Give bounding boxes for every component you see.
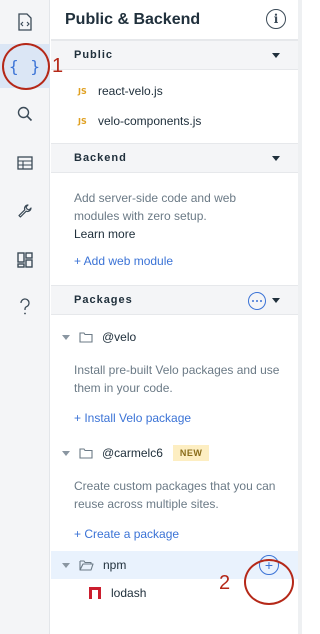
open-folder-icon bbox=[79, 560, 94, 571]
add-web-module-link[interactable]: + Add web module bbox=[51, 254, 298, 268]
databases-icon[interactable] bbox=[0, 141, 50, 185]
search-icon[interactable] bbox=[0, 92, 50, 136]
public-section-header[interactable]: Public bbox=[51, 40, 298, 70]
panel-scrollbar[interactable] bbox=[298, 0, 302, 634]
left-icon-rail: { } bbox=[0, 0, 50, 634]
lodash-icon bbox=[89, 587, 101, 599]
velo-package-folder[interactable]: @velo bbox=[51, 323, 298, 351]
annotation-circle-2 bbox=[244, 559, 294, 605]
page-code-icon[interactable] bbox=[0, 0, 50, 44]
install-velo-package-link[interactable]: + Install Velo package bbox=[51, 411, 298, 425]
panel-title: Public & Backend bbox=[65, 10, 201, 28]
section-label: Packages bbox=[74, 294, 133, 306]
public-backend-panel: Public & Backend i Public JS react-velo.… bbox=[51, 0, 298, 634]
folder-icon bbox=[79, 332, 93, 343]
chevron-down-icon[interactable] bbox=[272, 156, 280, 161]
expand-caret-icon[interactable] bbox=[62, 334, 70, 340]
custom-package-folder[interactable]: @carmelc6 NEW bbox=[51, 439, 298, 467]
folder-icon bbox=[79, 448, 93, 459]
js-file-icon: JS bbox=[78, 116, 87, 126]
chevron-down-icon[interactable] bbox=[272, 53, 280, 58]
file-name: react-velo.js bbox=[98, 84, 163, 98]
annotation-number-1: 1 bbox=[52, 55, 64, 77]
create-package-link[interactable]: + Create a package bbox=[51, 527, 298, 541]
section-label: Backend bbox=[74, 152, 127, 164]
more-options-icon[interactable] bbox=[248, 292, 266, 310]
help-icon[interactable] bbox=[0, 285, 50, 329]
file-item[interactable]: JS react-velo.js bbox=[51, 76, 298, 106]
info-icon[interactable]: i bbox=[266, 9, 286, 29]
learn-more-link[interactable]: Learn more bbox=[51, 225, 298, 243]
new-badge: NEW bbox=[172, 445, 210, 461]
expand-caret-icon[interactable] bbox=[62, 562, 70, 568]
package-name: lodash bbox=[111, 586, 147, 600]
packages-section-header[interactable]: Packages bbox=[51, 285, 298, 315]
chevron-down-icon[interactable] bbox=[272, 298, 280, 303]
annotation-number-2: 2 bbox=[219, 572, 231, 594]
expand-caret-icon[interactable] bbox=[62, 450, 70, 456]
file-name: velo-components.js bbox=[98, 114, 202, 128]
panel-header: Public & Backend i bbox=[51, 0, 298, 40]
package-name: @velo bbox=[102, 330, 137, 344]
js-file-icon: JS bbox=[78, 86, 87, 96]
package-name: npm bbox=[103, 558, 127, 572]
developer-tools-icon[interactable] bbox=[0, 189, 50, 233]
file-item[interactable]: JS velo-components.js bbox=[51, 106, 298, 136]
velo-description: Install pre-built Velo packages and use … bbox=[74, 363, 280, 395]
section-label: Public bbox=[74, 49, 114, 61]
custom-package-description: Create custom packages that you can reus… bbox=[74, 479, 276, 511]
backend-description: Add server-side code and web modules wit… bbox=[74, 191, 237, 223]
package-name: @carmelc6 bbox=[102, 446, 163, 460]
packages-icon[interactable] bbox=[0, 238, 50, 282]
backend-section-header[interactable]: Backend bbox=[51, 143, 298, 173]
annotation-circle-1 bbox=[2, 43, 50, 90]
